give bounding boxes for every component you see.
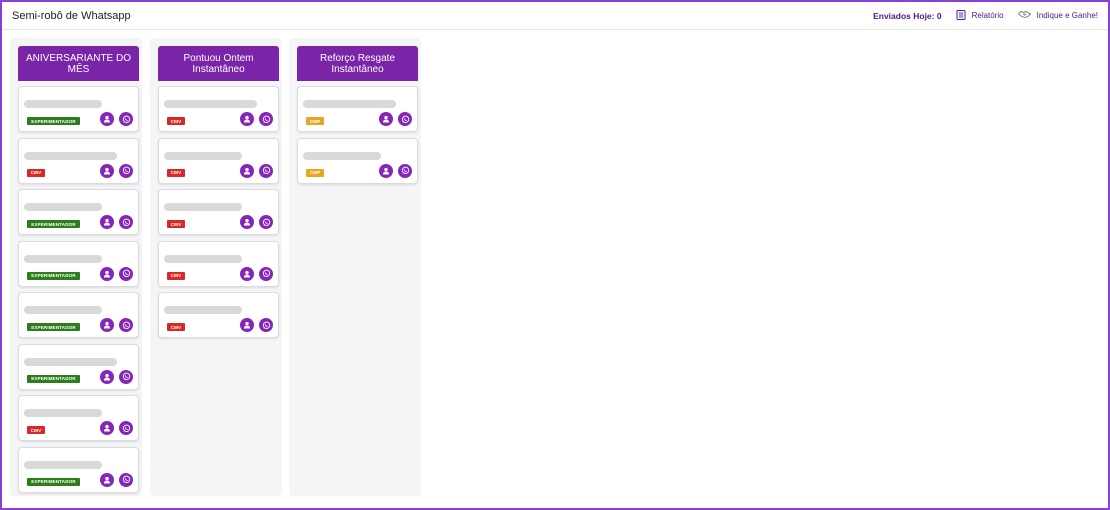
status-badge: CMV [167,117,185,125]
name-placeholder [24,254,102,263]
contact-card[interactable]: CMV [158,292,279,338]
status-badge: CMV [167,271,185,280]
user-icon[interactable] [240,112,254,126]
whatsapp-icon[interactable] [119,472,133,487]
name-placeholder [24,203,102,211]
status-badge: EXPERIMENTADOR [27,323,80,331]
name-placeholder [164,100,257,108]
kanban-board: ANIVERSARIANTE DO MÊS EXPERIMENTADOR CMV EX… [10,38,1100,500]
status-badge: CMP [306,168,324,177]
whatsapp-icon[interactable] [259,163,273,178]
document-list-icon [956,9,966,22]
status-badge: EXPERIMENTADOR [27,374,80,383]
name-placeholder [24,357,117,366]
contact-card[interactable]: EXPERIMENTADOR [18,292,139,338]
user-icon[interactable] [100,215,114,229]
name-placeholder [303,100,396,108]
name-placeholder [24,151,117,160]
sent-today-counter: Enviados Hoje: 0 [873,10,942,21]
contact-card[interactable]: EXPERIMENTADOR [18,240,139,287]
contact-card[interactable]: CMV [18,395,139,441]
whatsapp-icon[interactable] [119,112,133,126]
whatsapp-icon[interactable] [259,318,273,332]
name-placeholder [164,254,242,263]
name-placeholder [164,203,242,211]
kanban-column: Pontuou Ontem Instantâneo CMV CMV CMV CMV CMV [150,38,282,496]
user-icon[interactable] [240,163,254,178]
status-badge: EXPERIMENTADOR [27,477,80,486]
contact-card[interactable]: EXPERIMENTADOR [18,446,139,493]
contact-card[interactable]: CMV [158,189,279,235]
refer-link[interactable]: Indique e Ganhe! [1017,10,1098,21]
contact-card[interactable]: EXPERIMENTADOR [18,86,139,132]
whatsapp-icon[interactable] [119,421,133,435]
status-badge: CMP [306,117,324,125]
name-placeholder [164,151,242,160]
name-placeholder [24,409,102,417]
name-placeholder [24,460,102,469]
whatsapp-icon[interactable] [119,369,133,384]
user-icon[interactable] [100,112,114,126]
name-placeholder [24,100,102,108]
whatsapp-icon[interactable] [398,163,412,178]
whatsapp-icon[interactable] [259,112,273,126]
whatsapp-icon[interactable] [398,112,412,126]
user-icon[interactable] [379,112,393,126]
status-badge: CMV [167,220,185,228]
name-placeholder [303,151,381,160]
user-icon[interactable] [379,163,393,178]
user-icon[interactable] [100,472,114,487]
user-icon[interactable] [240,266,254,281]
user-icon[interactable] [100,421,114,435]
refer-label: Indique e Ganhe! [1036,11,1098,20]
top-bar: Semi-robô de Whatsapp Enviados Hoje: 0 R… [2,2,1108,30]
report-link[interactable]: Relatório [956,9,1004,22]
kanban-column: Reforço Resgate Instantâneo CMP CMP [289,38,421,496]
contact-card[interactable]: EXPERIMENTADOR [18,189,139,235]
contact-card[interactable]: CMV [158,240,279,287]
status-badge: CMV [27,426,45,434]
whatsapp-icon[interactable] [119,318,133,332]
contact-card[interactable]: CMV [158,86,279,132]
top-right-actions: Enviados Hoje: 0 Relatório Indique e Gan… [873,9,1098,22]
column-header: Reforço Resgate Instantâneo [297,46,418,81]
contact-card[interactable]: CMP [297,137,418,184]
status-badge: EXPERIMENTADOR [27,271,80,280]
kanban-column: ANIVERSARIANTE DO MÊS EXPERIMENTADOR CMV EX… [10,38,142,496]
status-badge: EXPERIMENTADOR [27,220,80,228]
whatsapp-icon[interactable] [119,266,133,281]
column-header: Pontuou Ontem Instantâneo [158,46,279,81]
whatsapp-icon[interactable] [119,163,133,178]
user-icon[interactable] [100,318,114,332]
handshake-icon [1017,10,1031,21]
name-placeholder [24,306,102,314]
status-badge: EXPERIMENTADOR [27,117,80,125]
app-title: Semi-robô de Whatsapp [12,9,131,22]
status-badge: CMV [27,168,45,177]
contact-card[interactable]: CMV [158,137,279,184]
user-icon[interactable] [100,163,114,178]
name-placeholder [164,306,242,314]
whatsapp-icon[interactable] [119,215,133,229]
contact-card[interactable]: CMP [297,86,418,132]
user-icon[interactable] [240,318,254,332]
user-icon[interactable] [240,215,254,229]
column-header: ANIVERSARIANTE DO MÊS [18,46,139,81]
report-label: Relatório [971,11,1004,20]
user-icon[interactable] [100,266,114,281]
contact-card[interactable]: CMV [18,137,139,184]
contact-card[interactable]: EXPERIMENTADOR [18,343,139,390]
whatsapp-icon[interactable] [259,266,273,281]
status-badge: CMV [167,168,185,177]
whatsapp-icon[interactable] [259,215,273,229]
status-badge: CMV [167,323,185,331]
user-icon[interactable] [100,369,114,384]
